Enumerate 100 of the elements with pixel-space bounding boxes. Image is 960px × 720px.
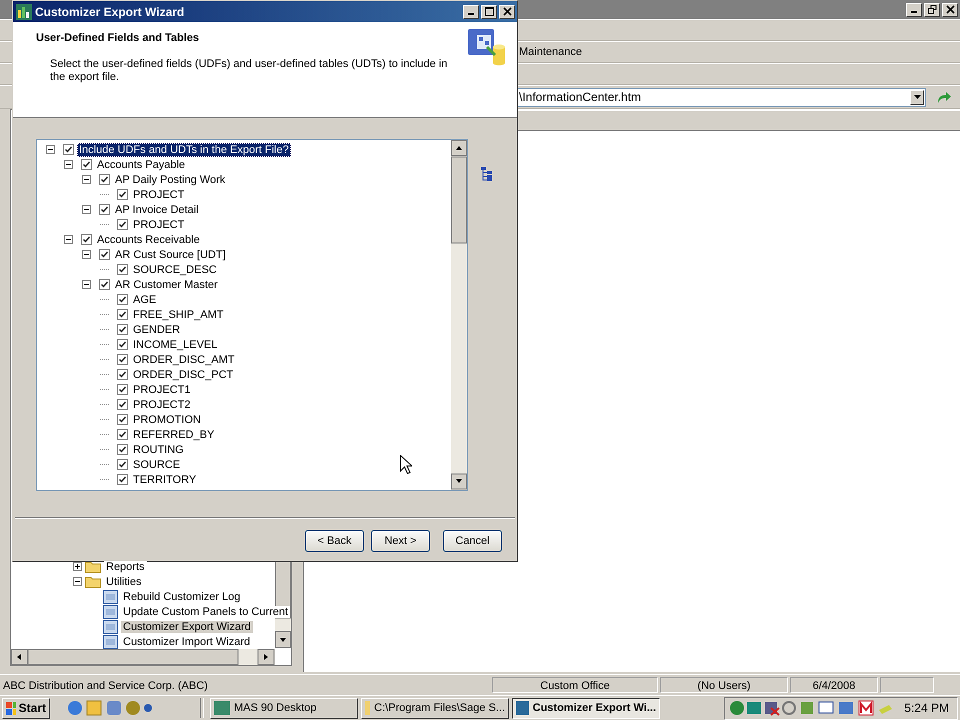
tree-item[interactable]: SOURCE_DESC <box>131 262 219 276</box>
expander-icon[interactable] <box>73 562 82 571</box>
tree-item[interactable]: Customizer Import Wizard <box>121 636 252 648</box>
close-button[interactable] <box>499 4 515 18</box>
tree-item[interactable]: AR Customer Master <box>113 278 220 292</box>
checkbox[interactable] <box>99 204 110 215</box>
tree-item[interactable]: Include UDFs and UDTs in the Export File? <box>77 142 291 156</box>
tree-structure-icon[interactable] <box>481 167 493 181</box>
scrollbar[interactable] <box>11 649 275 665</box>
tree-item[interactable]: TERRITORY <box>131 472 198 486</box>
checkbox[interactable] <box>117 264 128 275</box>
expander-icon[interactable] <box>82 175 91 184</box>
checkbox[interactable] <box>117 339 128 350</box>
start-button[interactable]: Start <box>2 698 50 718</box>
checkbox[interactable] <box>117 294 128 305</box>
tree-item[interactable]: PROJECT <box>131 218 186 232</box>
taskbar-button[interactable]: C:\Program Files\Sage S... <box>361 698 509 718</box>
checkbox[interactable] <box>117 309 128 320</box>
checkbox[interactable] <box>99 279 110 290</box>
caret-icon <box>914 95 920 99</box>
checkbox[interactable] <box>117 324 128 335</box>
checkbox[interactable] <box>117 474 128 485</box>
tree-item[interactable]: AR Cust Source [UDT] <box>113 248 228 262</box>
mouse-pointer-icon <box>400 455 412 474</box>
tree-item[interactable]: PROJECT <box>131 188 186 202</box>
tree-item[interactable]: Reports <box>104 560 147 572</box>
maximize-icon <box>484 7 494 16</box>
tree-item[interactable]: Accounts Payable <box>95 158 188 172</box>
tree-item[interactable]: Rebuild Customizer Log <box>121 590 242 602</box>
checkbox[interactable] <box>81 159 92 170</box>
taskbar-button[interactable]: MAS 90 Desktop <box>210 698 358 718</box>
status-text: ABC Distribution and Service Corp. (ABC) <box>2 679 209 693</box>
close-icon <box>502 7 512 16</box>
tree-item[interactable]: SOURCE <box>131 458 182 472</box>
checkbox[interactable] <box>117 414 128 425</box>
minimize-button[interactable] <box>463 4 479 18</box>
form-icon <box>103 620 118 634</box>
tree-item[interactable]: ROUTING <box>131 442 186 456</box>
checkbox[interactable] <box>117 369 128 380</box>
tree-item[interactable]: AP Daily Posting Work <box>113 172 228 186</box>
dropdown-button[interactable] <box>910 90 924 104</box>
expander-icon[interactable] <box>46 145 55 154</box>
app-icon <box>16 4 32 20</box>
tree-item[interactable]: Utilities <box>104 576 144 588</box>
wizard-button[interactable]: < Back <box>305 530 364 552</box>
minimize-button[interactable] <box>906 2 922 16</box>
tree-item[interactable]: ORDER_DISC_AMT <box>131 352 236 366</box>
tree-item[interactable]: ORDER_DISC_PCT <box>131 368 236 382</box>
form-icon <box>103 604 118 618</box>
expander-icon[interactable] <box>82 280 91 289</box>
tree-item[interactable]: GENDER <box>131 322 182 336</box>
close-icon <box>946 5 954 14</box>
checkbox[interactable] <box>117 444 128 455</box>
folder-icon <box>85 575 101 588</box>
checkbox[interactable] <box>63 144 74 155</box>
status-text: (No Users) <box>660 677 788 693</box>
taskbar-button[interactable]: Customizer Export Wi... <box>512 698 660 718</box>
page-description: Select the user-defined fields (UDFs) and user-defined tables (UDTs) to include in the export file. <box>50 58 448 84</box>
app-icon <box>214 701 230 715</box>
wizard-button[interactable]: Cancel <box>443 530 502 552</box>
app-icon <box>516 701 529 715</box>
status-text: 6/4/2008 <box>790 677 878 693</box>
status-text: Custom Office <box>492 677 658 693</box>
tray-icons-drawing[interactable] <box>729 700 894 716</box>
close-button[interactable] <box>942 2 958 16</box>
dialog-title: Customizer Export Wizard <box>35 4 186 18</box>
menu-label[interactable]: Maintenance <box>519 46 582 58</box>
restore-button[interactable] <box>924 2 940 16</box>
checkbox[interactable] <box>117 399 128 410</box>
tree-item[interactable]: REFERRED_BY <box>131 428 216 442</box>
checkbox[interactable] <box>81 234 92 245</box>
expander-icon[interactable] <box>73 577 82 586</box>
wizard-button[interactable]: Next > <box>371 530 430 552</box>
expander-icon[interactable] <box>64 160 73 169</box>
quick-launch-drawing[interactable] <box>66 699 152 717</box>
expander-icon[interactable] <box>64 235 73 244</box>
tree-item[interactable]: PROJECT1 <box>131 382 192 396</box>
tree-item[interactable]: PROJECT2 <box>131 398 192 412</box>
checkbox[interactable] <box>117 429 128 440</box>
restore-icon <box>928 5 936 14</box>
expander-icon[interactable] <box>82 250 91 259</box>
tree-item[interactable]: Accounts Receivable <box>95 232 202 246</box>
tree-item[interactable]: PROMOTION <box>131 412 203 426</box>
tree-item[interactable]: Customizer Export Wizard <box>121 620 253 632</box>
tree-item[interactable]: FREE_SHIP_AMT <box>131 308 226 322</box>
scrollbar[interactable] <box>451 140 467 490</box>
checkbox[interactable] <box>99 249 110 260</box>
tree-item[interactable]: AGE <box>131 292 158 306</box>
tree-item[interactable]: Update Custom Panels to Current <box>121 606 290 618</box>
checkbox[interactable] <box>117 384 128 395</box>
checkbox[interactable] <box>117 354 128 365</box>
tree-item[interactable]: INCOME_LEVEL <box>131 338 220 352</box>
checkbox[interactable] <box>117 189 128 200</box>
address-field[interactable]: \InformationCenter.htm <box>516 88 926 106</box>
checkbox[interactable] <box>117 459 128 470</box>
maximize-button[interactable] <box>481 4 497 18</box>
expander-icon[interactable] <box>82 205 91 214</box>
tree-item[interactable]: AP Invoice Detail <box>113 202 201 216</box>
checkbox[interactable] <box>99 174 110 185</box>
checkbox[interactable] <box>117 219 128 230</box>
